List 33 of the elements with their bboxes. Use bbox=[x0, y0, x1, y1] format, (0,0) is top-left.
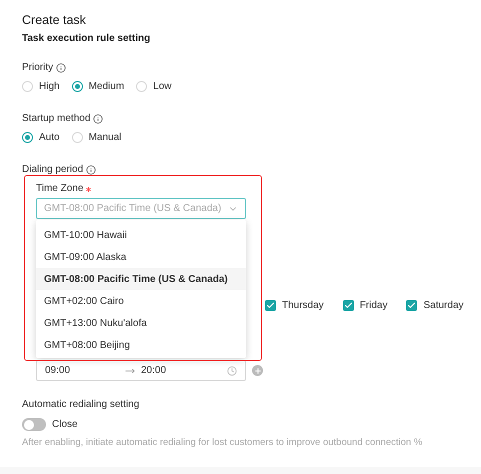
radio-option[interactable]: Low bbox=[136, 79, 172, 94]
radio-option[interactable]: Auto bbox=[22, 130, 60, 145]
clock-icon bbox=[227, 366, 237, 376]
dropdown-option[interactable]: GMT-10:00 Hawaii bbox=[36, 224, 246, 246]
check-icon bbox=[344, 301, 353, 310]
dropdown-option[interactable]: GMT+13:00 Nuku'alofa bbox=[36, 312, 246, 334]
weekday-checkbox[interactable]: Friday bbox=[342, 298, 388, 313]
radio-option[interactable]: High bbox=[22, 79, 60, 94]
toggle-switch[interactable] bbox=[22, 418, 46, 431]
dropdown-option[interactable]: GMT+02:00 Cairo bbox=[36, 290, 246, 312]
hint-text: After enabling, initiate automatic redialing for lost customers to improve outbound connection % bbox=[22, 437, 424, 449]
field-label: Automatic redialing setting bbox=[22, 399, 140, 411]
section-title: Task execution rule setting bbox=[22, 33, 152, 45]
weekday-checkbox[interactable]: Thursday bbox=[265, 298, 324, 313]
time-range-field[interactable]: 09:00 20:00 bbox=[36, 360, 246, 381]
weekday-checkbox[interactable]: Saturday bbox=[406, 298, 464, 313]
dropdown-option[interactable]: GMT-08:00 Pacific Time (US & Canada) bbox=[36, 268, 246, 290]
radio-option[interactable]: Medium bbox=[72, 79, 124, 94]
info-icon bbox=[86, 165, 96, 175]
radio-option[interactable]: Manual bbox=[72, 130, 122, 145]
dropdown-option[interactable]: GMT+08:00 Beijing bbox=[36, 334, 246, 356]
check-icon bbox=[266, 301, 275, 310]
field-label: Time Zone bbox=[36, 183, 84, 195]
toggle-state-text: Close bbox=[52, 418, 78, 432]
info-icon bbox=[56, 63, 66, 73]
add-icon[interactable] bbox=[252, 365, 263, 376]
info-icon bbox=[93, 114, 104, 124]
field-label: Priority bbox=[22, 62, 54, 74]
check-icon bbox=[407, 301, 416, 310]
dropdown-option[interactable]: GMT-09:00 Alaska bbox=[36, 246, 246, 268]
field-label: Startup method bbox=[22, 113, 90, 125]
dialog-title: Create task bbox=[22, 12, 86, 29]
field-label: Dialing period bbox=[22, 164, 84, 176]
